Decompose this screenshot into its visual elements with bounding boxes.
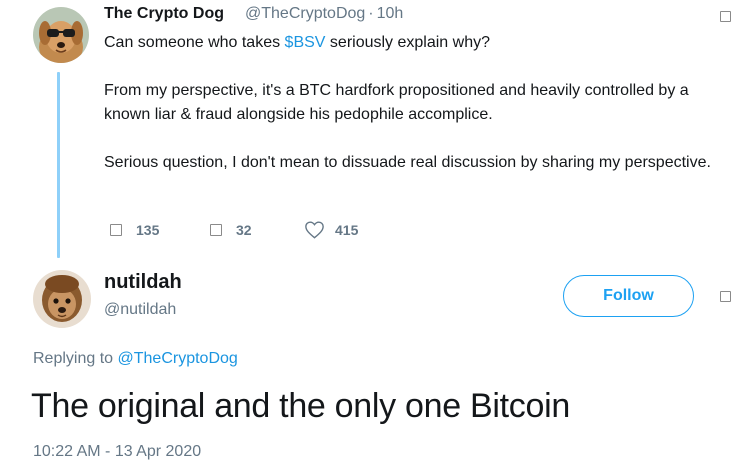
author-handle[interactable]: @TheCryptoDog <box>245 5 365 22</box>
replying-to-mention[interactable]: @TheCryptoDog <box>118 350 238 367</box>
reply-timestamp[interactable]: 10:22 AM - 13 Apr 2020 <box>33 443 201 461</box>
replying-to-prefix: Replying to <box>33 350 118 367</box>
tweet-time[interactable]: 10h <box>377 5 404 22</box>
reply-tweet-text: The original and the only one Bitcoin <box>31 387 570 425</box>
reply-count: 135 <box>136 221 160 238</box>
retweet-button[interactable]: 32 <box>210 220 304 239</box>
thread-connector-line <box>57 72 60 258</box>
like-button[interactable]: 415 <box>304 220 358 239</box>
tweet-actions: 135 32 415 <box>110 220 358 239</box>
retweet-icon <box>210 223 222 236</box>
like-count: 415 <box>335 221 359 238</box>
tweet-body: Can someone who takes $BSV seriously exp… <box>104 31 734 175</box>
replying-to-line: Replying to @TheCryptoDog <box>33 350 238 368</box>
reply-icon <box>110 223 122 236</box>
chevron-down-icon[interactable] <box>720 11 731 22</box>
chevron-down-icon[interactable] <box>720 291 731 302</box>
tweet-text-prefix: Can someone who takes <box>104 34 285 51</box>
retweet-count: 32 <box>236 221 252 238</box>
tweet-paragraph-1: Can someone who takes $BSV seriously exp… <box>104 31 734 55</box>
tweet-paragraph-3: Serious question, I don't mean to dissua… <box>104 154 711 171</box>
author-name[interactable]: The Crypto Dog <box>104 5 224 22</box>
cashtag-link[interactable]: $BSV <box>285 34 326 51</box>
reply-author-name[interactable]: nutildah <box>104 271 182 294</box>
tweet-paragraph-2: From my perspective, it's a BTC hardfork… <box>104 82 689 123</box>
follow-button[interactable]: Follow <box>563 275 694 317</box>
heart-icon <box>305 221 324 239</box>
avatar-the-crypto-dog[interactable] <box>33 7 89 63</box>
reply-author-handle[interactable]: @nutildah <box>104 301 176 319</box>
avatar-nutildah[interactable] <box>33 270 91 328</box>
header-separator: · <box>368 5 374 22</box>
tweet-text-suffix: seriously explain why? <box>325 34 490 51</box>
tweet-header: The Crypto Dog @TheCryptoDog · 10h <box>104 5 403 23</box>
reply-button[interactable]: 135 <box>110 220 210 239</box>
